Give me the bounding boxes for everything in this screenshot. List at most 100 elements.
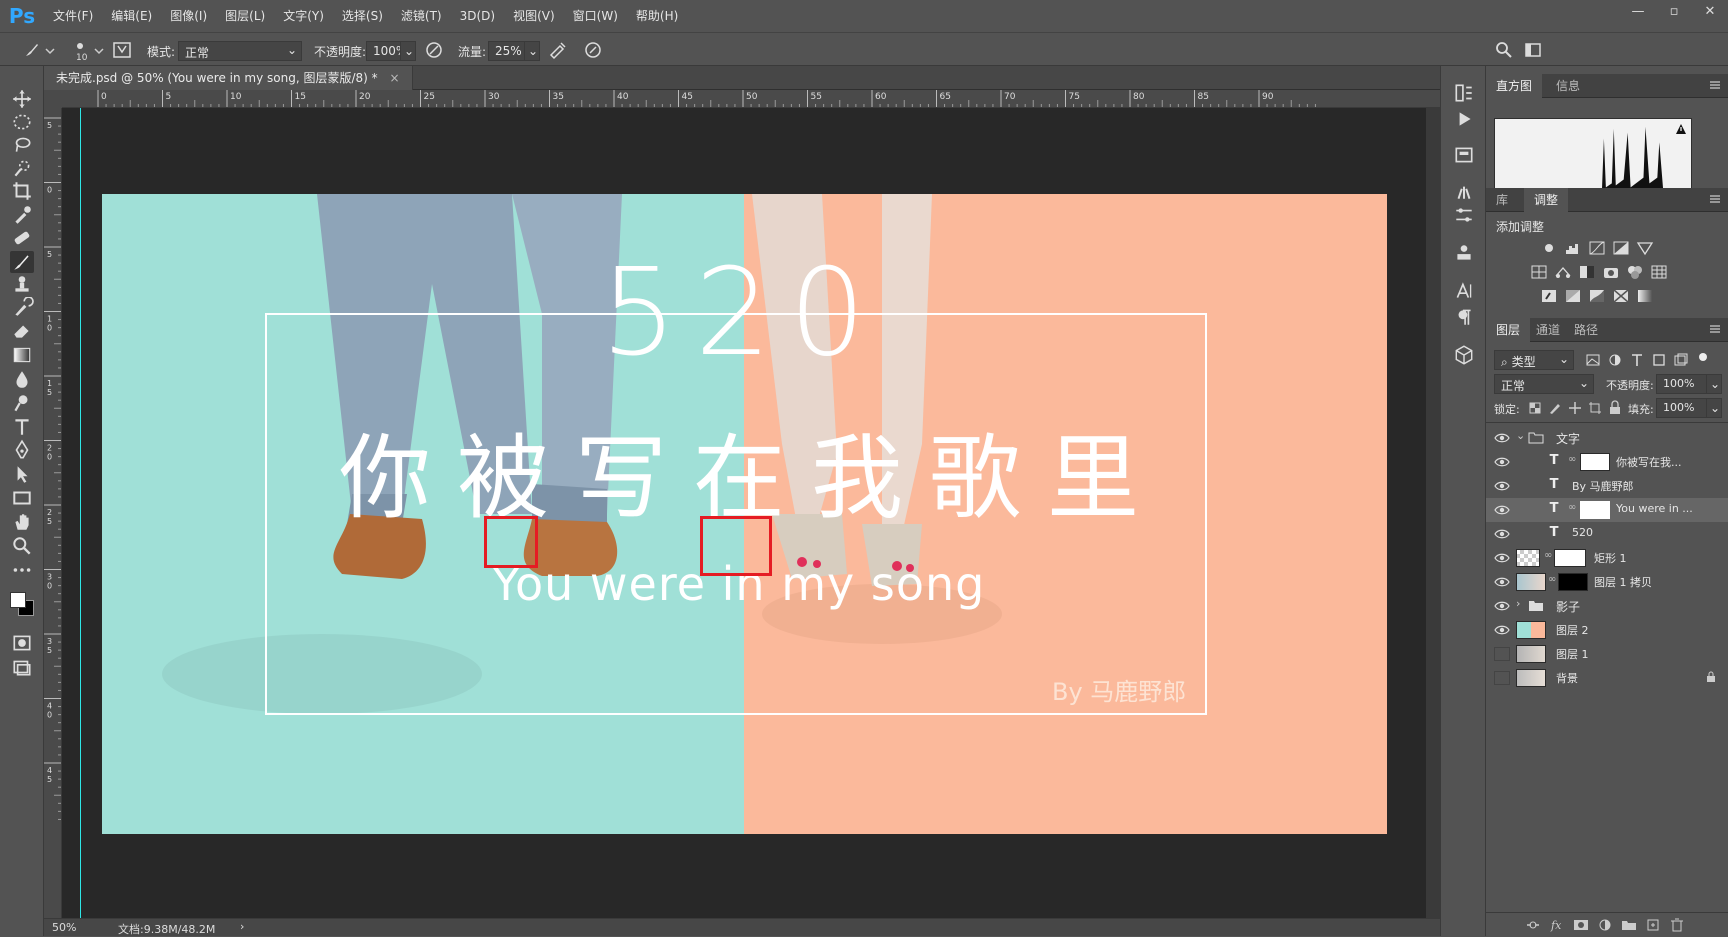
layer-row[interactable]: 背景 — [1486, 666, 1728, 690]
mode-select[interactable]: 正常 ⌄ — [178, 41, 302, 61]
visibility-toggle-off[interactable] — [1494, 671, 1510, 685]
menu-3d[interactable]: 3D(D) — [451, 0, 504, 32]
blend-mode-select[interactable]: 正常 ⌄ — [1494, 374, 1594, 394]
tab-libraries[interactable]: 库 — [1486, 188, 1518, 212]
color-swatches[interactable] — [8, 588, 36, 618]
photo-filter-icon[interactable] — [1602, 264, 1620, 280]
tab-layers[interactable]: 图层 — [1486, 318, 1531, 342]
character-panel-icon[interactable] — [1452, 280, 1476, 302]
menu-edit[interactable]: 编辑(E) — [102, 0, 161, 32]
layer-fill-input[interactable]: 100% — [1656, 398, 1708, 418]
layer-filter-kind-select[interactable]: ⌕ 类型 ⌄ — [1494, 350, 1574, 370]
path-selection-tool-icon[interactable] — [10, 463, 34, 485]
canvas-pasteboard[interactable]: 520 你被写在我歌里 You were in my song By 马鹿野郎 — [62, 108, 1440, 918]
pressure-size-icon[interactable] — [583, 40, 603, 60]
healing-brush-tool-icon[interactable] — [10, 227, 34, 249]
exposure-icon[interactable] — [1612, 240, 1630, 256]
color-lookup-icon[interactable] — [1650, 264, 1668, 280]
layer-row[interactable]: ∞ 图层 1 拷贝 — [1486, 570, 1728, 594]
shape-vector-mask-thumbnail[interactable] — [1554, 549, 1586, 567]
layer-row[interactable]: 图层 1 — [1486, 642, 1728, 666]
link-icon[interactable]: ∞ — [1568, 454, 1576, 468]
properties-panel-icon[interactable] — [1452, 144, 1476, 166]
chevron-right-icon[interactable]: › — [1516, 597, 1520, 610]
rectangle-tool-icon[interactable] — [10, 487, 34, 509]
layer-thumbnail[interactable] — [1516, 573, 1546, 591]
link-icon[interactable]: ∞ — [1568, 502, 1576, 516]
eye-icon[interactable] — [1494, 623, 1510, 637]
new-group-icon[interactable] — [1620, 917, 1638, 933]
eye-icon[interactable] — [1494, 599, 1510, 613]
pressure-opacity-icon[interactable] — [424, 40, 444, 60]
zoom-tool-icon[interactable] — [10, 535, 34, 557]
filter-type-icon[interactable] — [1628, 352, 1646, 368]
lock-pixels-icon[interactable] — [1548, 400, 1562, 416]
menu-type[interactable]: 文字(Y) — [274, 0, 333, 32]
layer-style-fx-icon[interactable]: fx — [1548, 917, 1566, 933]
new-adjustment-layer-icon[interactable] — [1596, 917, 1614, 933]
zoom-level[interactable]: 50% — [52, 921, 76, 934]
lasso-tool-icon[interactable] — [10, 134, 34, 156]
layer-fill-dropdown[interactable]: ⌄ — [1706, 398, 1722, 418]
layer-mask-thumbnail[interactable] — [1558, 573, 1588, 591]
search-icon[interactable] — [1494, 40, 1514, 60]
layer-row[interactable]: 图层 2 — [1486, 618, 1728, 642]
menu-layer[interactable]: 图层(L) — [216, 0, 274, 32]
title-number-520[interactable]: 520 — [522, 239, 962, 389]
brush-settings-icon[interactable] — [1452, 204, 1476, 226]
layer-row[interactable]: T 520 — [1486, 522, 1728, 546]
opacity-dropdown[interactable]: ⌄ — [400, 41, 416, 61]
black-white-icon[interactable] — [1578, 264, 1596, 280]
type-tool-icon[interactable] — [10, 416, 34, 438]
eraser-tool-icon[interactable] — [10, 320, 34, 342]
filter-shape-icon[interactable] — [1650, 352, 1668, 368]
layer-row[interactable]: ⌄ 文字 — [1486, 426, 1728, 450]
actions-play-icon[interactable] — [1452, 108, 1476, 130]
guide-line[interactable] — [80, 108, 81, 918]
pen-tool-icon[interactable] — [10, 439, 34, 461]
menu-help[interactable]: 帮助(H) — [627, 0, 687, 32]
brightness-icon[interactable] — [1540, 240, 1558, 256]
restore-icon[interactable]: ▫ — [1656, 0, 1692, 22]
lock-position-icon[interactable] — [1568, 400, 1582, 416]
filter-toggle-icon[interactable] — [1696, 352, 1710, 368]
add-mask-icon[interactable] — [1572, 917, 1590, 933]
foreground-color-swatch[interactable] — [10, 592, 26, 608]
layer-opacity-dropdown[interactable]: ⌄ — [1706, 374, 1722, 394]
eyedropper-tool-icon[interactable] — [10, 204, 34, 226]
layer-opacity-input[interactable]: 100% — [1656, 374, 1708, 394]
layer-thumbnail[interactable] — [1516, 621, 1546, 639]
curves-icon[interactable] — [1588, 240, 1606, 256]
channel-mixer-icon[interactable] — [1626, 264, 1644, 280]
more-tools-icon[interactable] — [10, 559, 34, 581]
close-icon[interactable]: ✕ — [1692, 0, 1728, 22]
filter-pixel-icon[interactable] — [1584, 352, 1602, 368]
quick-selection-tool-icon[interactable] — [10, 157, 34, 179]
layer-thumbnail[interactable] — [1516, 549, 1540, 567]
levels-icon[interactable] — [1564, 240, 1582, 256]
visibility-toggle-off[interactable] — [1494, 647, 1510, 661]
menu-window[interactable]: 窗口(W) — [564, 0, 627, 32]
lock-artboard-icon[interactable] — [1588, 400, 1602, 416]
chevron-down-icon[interactable] — [93, 40, 105, 60]
byline-text[interactable]: By 马鹿野郎 — [1052, 677, 1212, 707]
eye-icon[interactable] — [1494, 575, 1510, 589]
posterize-icon[interactable] — [1564, 288, 1582, 304]
layer-thumbnail[interactable] — [1516, 669, 1546, 687]
hand-tool-icon[interactable] — [10, 511, 34, 533]
tab-histogram[interactable]: 直方图 — [1486, 74, 1543, 98]
close-icon[interactable]: × — [389, 71, 399, 85]
trash-icon[interactable] — [1668, 917, 1686, 933]
history-panel-icon[interactable] — [1452, 82, 1476, 104]
filter-smart-object-icon[interactable] — [1672, 352, 1690, 368]
layer-mask-thumbnail[interactable] — [1580, 453, 1610, 471]
blur-tool-icon[interactable] — [10, 368, 34, 390]
tab-info[interactable]: 信息 — [1546, 74, 1590, 98]
history-brush-tool-icon[interactable] — [10, 297, 34, 319]
tab-paths[interactable]: 路径 — [1564, 318, 1608, 342]
brush-tool-preset-icon[interactable] — [22, 40, 42, 60]
brush-presets-icon[interactable] — [1452, 180, 1476, 202]
brush-tool-icon[interactable] — [10, 251, 34, 273]
eye-icon[interactable] — [1494, 455, 1510, 469]
vibrance-icon[interactable] — [1636, 240, 1654, 256]
